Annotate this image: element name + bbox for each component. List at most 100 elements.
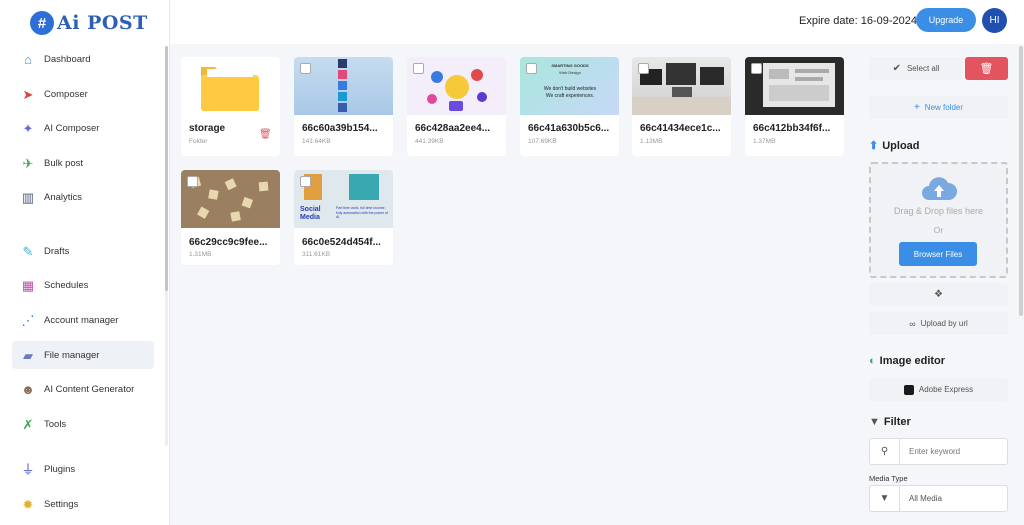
file-card[interactable]: 66c428aa2ee4... 441.39KB: [407, 57, 506, 156]
gear-icon: ✹: [22, 496, 34, 512]
logo[interactable]: # Ai POST: [30, 10, 148, 36]
sidebar-item-analytics[interactable]: ▥ Analytics: [12, 183, 154, 211]
file-meta: 1.13MB: [640, 138, 663, 145]
file-card[interactable]: 66c29cc9c9fee... 1.31MB: [181, 170, 280, 265]
select-all-label: Select all: [906, 64, 940, 73]
keyword-input[interactable]: [900, 447, 1000, 456]
house-icon: ⌂: [24, 51, 32, 67]
link-icon: ∞: [909, 318, 916, 329]
keyword-search-box: ⚲: [869, 438, 1008, 465]
filter-heading: ▼ Filter: [869, 416, 911, 428]
plus-icon: +: [913, 102, 920, 113]
file-checkbox[interactable]: [187, 176, 198, 187]
file-thumbnail: [632, 57, 731, 115]
media-type-label: Media Type: [869, 474, 908, 483]
file-card[interactable]: 66c41434ece1c... 1.13MB: [632, 57, 731, 156]
header: Expire date: 16-09-2024 Upgrade HI: [170, 0, 1024, 44]
upload-by-url-button[interactable]: ∞ Upload by url: [869, 312, 1008, 335]
file-name: 66c412bb34f6f...: [753, 123, 831, 134]
trash-icon[interactable]: 🗑: [259, 129, 272, 140]
file-meta: Folder: [189, 138, 208, 145]
sidebar-item-label: Composer: [44, 88, 88, 100]
new-folder-button[interactable]: + New folder: [869, 96, 1008, 119]
upload-icon: ⬆: [869, 140, 879, 152]
sidebar-item-label: Schedules: [44, 279, 89, 291]
search-icon: ⚲: [870, 439, 900, 464]
sidebar-scrollbar[interactable]: [165, 46, 168, 291]
sidebar-item-label: Plugins: [44, 463, 76, 475]
file-name: 66c41434ece1c...: [640, 123, 721, 134]
file-card[interactable]: 66c60a39b154... 141.64KB: [294, 57, 393, 156]
file-card[interactable]: 66c412bb34f6f... 1.37MB: [745, 57, 844, 156]
expire-date: Expire date: 16-09-2024: [799, 15, 918, 27]
browse-files-button[interactable]: Browser Files: [899, 242, 977, 266]
funnel-icon: ▼: [870, 486, 900, 511]
funnel-icon: ▼: [869, 416, 880, 428]
file-meta: 311.61KB: [302, 251, 331, 258]
file-checkbox[interactable]: [300, 176, 311, 187]
sidebar-item-ai-composer[interactable]: ✦ AI Composer: [12, 114, 154, 142]
file-card[interactable]: SMARTING GOODS Web Design We don't build…: [520, 57, 619, 156]
right-panel-scrollbar[interactable]: [1019, 46, 1023, 316]
tools-icon: ✗: [22, 416, 34, 432]
sidebar-item-settings[interactable]: ✹ Settings: [12, 490, 154, 518]
dropbox-button[interactable]: ❖: [869, 283, 1008, 306]
file-name: 66c0e524d454f...: [302, 237, 381, 248]
delete-button[interactable]: 🗑: [965, 57, 1008, 80]
media-type-select[interactable]: ▼ All Media: [869, 485, 1008, 512]
avatar[interactable]: HI: [982, 8, 1007, 33]
folder-icon: [201, 67, 259, 111]
select-all-button[interactable]: ✔ Select all: [869, 57, 963, 80]
sidebar-item-label: Dashboard: [44, 53, 91, 65]
folder-thumbnail: [181, 57, 280, 115]
file-name: 66c60a39b154...: [302, 123, 378, 134]
sidebar-item-plugins[interactable]: ⏚ Plugins: [12, 455, 154, 483]
sidebar-item-label: Tools: [44, 418, 67, 430]
sidebar-item-drafts[interactable]: ✎ Drafts: [12, 237, 154, 265]
sidebar-item-tools[interactable]: ✗ Tools: [12, 410, 154, 438]
upgrade-button[interactable]: Upgrade: [916, 8, 976, 32]
plug-icon: ⏚: [21, 461, 35, 477]
sidebar-item-file-manager[interactable]: ▰ File manager: [12, 341, 154, 369]
adobe-express-button[interactable]: Adobe Express: [869, 378, 1008, 401]
drop-zone[interactable]: Drag & Drop files here Or Browser Files: [869, 162, 1008, 278]
sidebar-item-bulk-post[interactable]: ✈ Bulk post: [12, 149, 154, 177]
sidebar-item-composer[interactable]: ➤ Composer: [12, 80, 154, 108]
sidebar-item-ai-content-generator[interactable]: ☻ AI Content Generator: [12, 375, 154, 403]
file-name: 66c41a630b5c6...: [528, 123, 610, 134]
sidebar-item-dashboard[interactable]: ⌂ Dashboard: [12, 45, 154, 73]
file-meta: 441.39KB: [415, 138, 444, 145]
drag-drop-text: Drag & Drop files here: [893, 206, 984, 216]
folder-icon: ▰: [23, 347, 33, 363]
upload-title: Upload: [882, 139, 920, 152]
sidebar-item-label: AI Composer: [44, 122, 100, 134]
thumbnail-line: We don't build websites: [543, 86, 597, 92]
check-icon: ✔: [892, 63, 901, 74]
share-icon: ⋰: [21, 312, 35, 328]
rocket-icon: ✈: [22, 155, 34, 171]
upload-by-url-label: Upload by url: [920, 319, 968, 328]
adobe-express-icon: [903, 384, 914, 395]
media-type-value: All Media: [909, 494, 942, 503]
file-thumbnail: [181, 170, 280, 228]
file-card[interactable]: Social Media Part time work, full time i…: [294, 170, 393, 265]
thumbnail-subtitle: Part time work, full time income, fully …: [336, 206, 388, 219]
file-checkbox[interactable]: [638, 63, 649, 74]
trash-icon: 🗑: [979, 63, 994, 75]
file-checkbox[interactable]: [413, 63, 424, 74]
ai-icon: ✦: [22, 120, 34, 136]
chart-icon: ▥: [21, 189, 35, 205]
sidebar-item-label: Account manager: [44, 314, 119, 326]
thumbnail-subtitle: Web Design: [559, 70, 581, 75]
file-checkbox[interactable]: [300, 63, 311, 74]
sidebar: # Ai POST ⌂ Dashboard ➤ Composer ✦ AI Co…: [0, 0, 170, 525]
image-editor-heading: ◐ Image editor: [869, 355, 945, 367]
file-card-folder[interactable]: storage Folder 🗑: [181, 57, 280, 156]
file-checkbox[interactable]: [751, 63, 762, 74]
file-checkbox[interactable]: [526, 63, 537, 74]
sidebar-item-account-manager[interactable]: ⋰ Account manager: [12, 306, 154, 334]
logo-badge: #: [30, 11, 54, 35]
new-folder-label: New folder: [924, 103, 964, 112]
sidebar-item-schedules[interactable]: ▦ Schedules: [12, 271, 154, 299]
file-thumbnail: [294, 57, 393, 115]
